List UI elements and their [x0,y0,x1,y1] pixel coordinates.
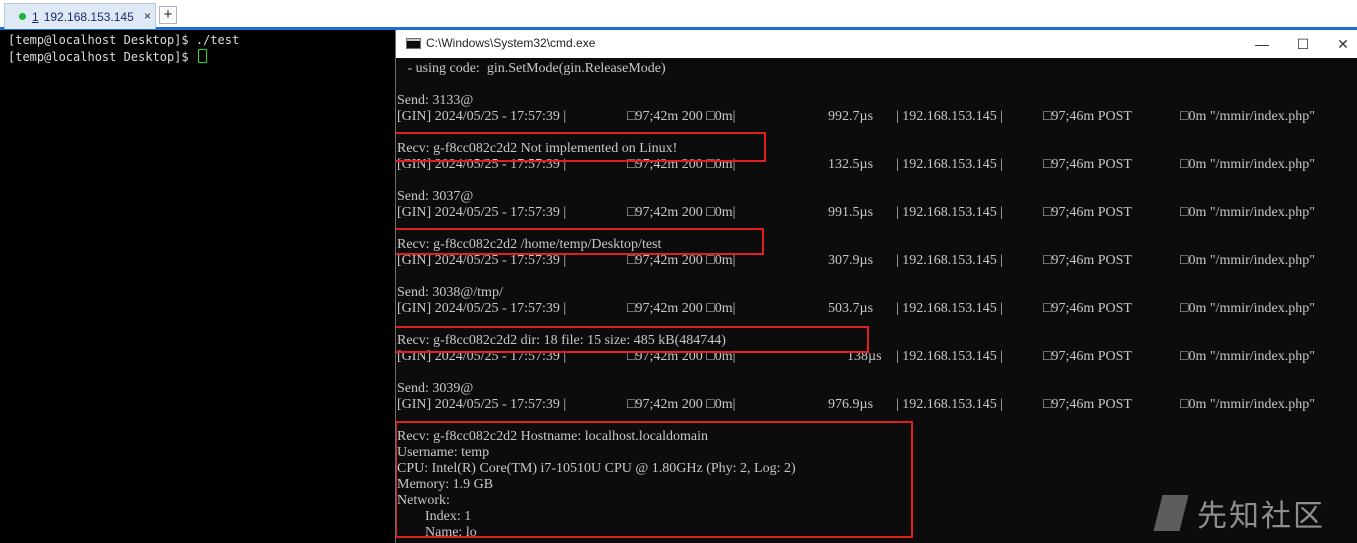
recv-line: Recv: g-f8cc082c2d2 /home/temp/Desktop/t… [397,237,662,252]
gin-mode-line: - using code: gin.SetMode(gin.ReleaseMod… [404,61,666,76]
watermark: 先知社区 [1155,490,1325,536]
terminal-prompt: [temp@localhost Desktop]$ [8,50,196,64]
recv-network-line: Network: [397,493,450,508]
cmd-window[interactable]: C:\Windows\System32\cmd.exe — ☐ ✕ - usin… [395,30,1357,543]
watermark-text: 先知社区 [1197,499,1325,534]
send-line: Send: 3133@ [397,93,474,108]
gin-log-line: [GIN] 2024/05/25 - 17:57:39 | □97;42m 200… [397,157,1315,172]
session-tab[interactable]: 1 192.168.153.145 × [4,3,156,29]
watermark-logo-icon [1155,493,1189,533]
recv-name-line: Name: lo [397,525,477,540]
gin-log-line: [GIN] 2024/05/25 - 17:57:39 | □97;42m 200… [397,253,1315,268]
cmd-title-bar[interactable]: C:\Windows\System32\cmd.exe — ☐ ✕ [396,30,1357,58]
send-line: Send: 3038@/tmp/ [397,285,503,300]
session-tab-number: 1 [32,9,39,24]
cmd-window-title: C:\Windows\System32\cmd.exe [426,36,596,50]
session-tab-bar: 1 192.168.153.145 × + [0,0,1357,30]
recv-line: Recv: g-f8cc082c2d2 Not implemented on L… [397,141,678,156]
ssh-terminal[interactable]: [temp@localhost Desktop]$ ./test [temp@l… [0,30,396,543]
gin-log-line: [GIN] 2024/05/25 - 17:57:39 | □97;42m 200… [397,397,1315,412]
recv-hostname-line: Recv: g-f8cc082c2d2 Hostname: localhost.… [397,429,709,444]
console-icon [406,38,421,49]
send-line: Send: 3037@ [397,189,474,204]
gin-log-line: [GIN] 2024/05/25 - 17:57:39 | □97;42m 200… [397,109,1315,124]
connection-status-icon [19,13,26,20]
send-line: Send: 3039@ [397,381,474,396]
recv-cpu-line: CPU: Intel(R) Core(TM) i7-10510U CPU @ 1… [397,461,796,476]
terminal-line: [temp@localhost Desktop]$ [8,49,207,64]
maximize-button[interactable]: ☐ [1284,30,1322,58]
recv-index-line: Index: 1 [397,509,472,524]
gin-log-line: [GIN] 2024/05/25 - 17:57:39 | □97;42m 200… [397,205,1315,220]
recv-username-line: Username: temp [397,445,490,460]
cmd-output: - using code: gin.SetMode(gin.ReleaseMod… [396,58,1357,543]
new-tab-button[interactable]: + [159,6,177,24]
terminal-cursor [197,49,207,63]
session-tab-host: 192.168.153.145 [43,9,134,24]
gin-log-line: [GIN] 2024/05/25 - 17:57:39 | □97;42m 200… [397,349,1315,364]
terminal-line: [temp@localhost Desktop]$ ./test [8,33,240,47]
minimize-button[interactable]: — [1243,30,1281,58]
recv-line: Recv: g-f8cc082c2d2 dir: 18 file: 15 siz… [397,333,726,348]
close-tab-icon[interactable]: × [144,9,151,23]
recv-memory-line: Memory: 1.9 GB [397,477,494,492]
gin-log-line: [GIN] 2024/05/25 - 17:57:39 | □97;42m 200… [397,301,1315,316]
close-button[interactable]: ✕ [1324,30,1357,58]
